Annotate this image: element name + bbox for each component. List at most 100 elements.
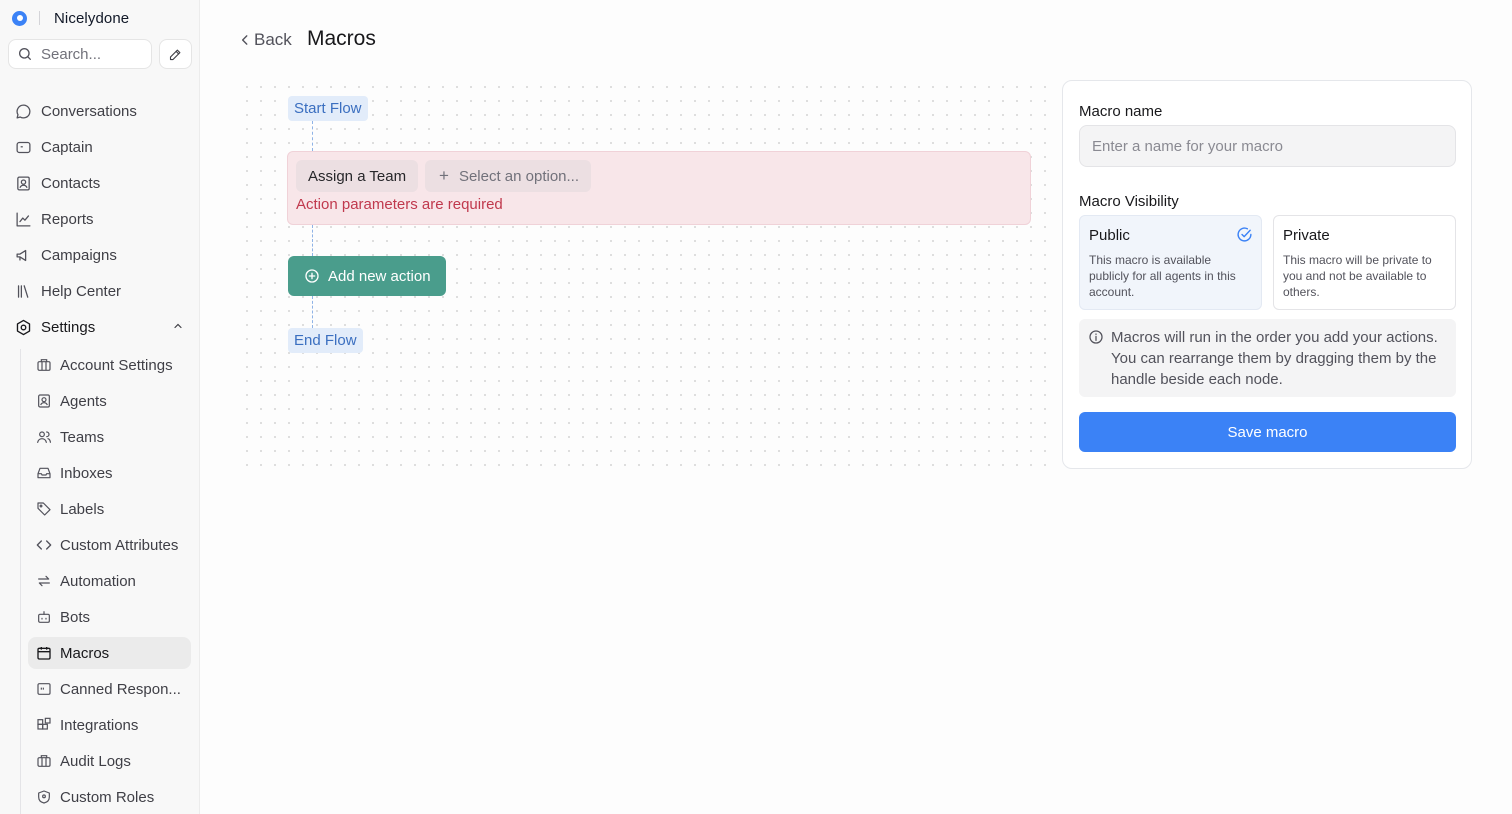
briefcase-icon <box>35 356 53 374</box>
sidebar-item-label: Agents <box>60 392 107 410</box>
brand-name: Nicelydone <box>54 9 130 27</box>
add-new-action-button[interactable]: Add new action <box>288 256 446 296</box>
compose-button[interactable] <box>159 39 192 69</box>
check-circle-icon <box>1237 227 1252 242</box>
sidebar-item-label: Teams <box>60 428 105 446</box>
sidebar-item-account-settings[interactable]: Account Settings <box>28 349 191 381</box>
nav-item-contacts[interactable]: Contacts <box>8 167 192 199</box>
sidebar-item-audit-logs[interactable]: Audit Logs <box>28 745 191 777</box>
sidebar-item-label: Custom Attributes <box>60 536 179 554</box>
sidebar-item-macros[interactable]: Macros <box>28 637 191 669</box>
end-flow-node: End Flow <box>288 328 363 353</box>
visibility-public-description: This macro is available publicly for all… <box>1089 253 1236 299</box>
brand[interactable]: Nicelydone <box>12 8 129 28</box>
info-box: Macros will run in the order you add you… <box>1079 319 1456 397</box>
select-placeholder: Select an option... <box>458 167 580 185</box>
sidebar-item-label: Canned Respon... <box>60 680 181 698</box>
gear-icon <box>14 318 32 336</box>
nav-item-label: Campaigns <box>41 246 117 264</box>
action-type-select[interactable]: Assign a Team <box>296 160 419 192</box>
start-flow-node: Start Flow <box>288 96 368 121</box>
back-label: Back <box>254 30 292 49</box>
code-icon <box>35 536 53 554</box>
sidebar-item-agents[interactable]: Agents <box>28 385 191 417</box>
visibility-public-title: Public <box>1089 227 1130 244</box>
visibility-private-title: Private <box>1283 227 1330 244</box>
sidebar-item-label: Integrations <box>60 716 139 734</box>
action-error-message: Action parameters are required <box>296 196 503 213</box>
nav-item-settings[interactable]: Settings <box>8 311 192 343</box>
sidebar-item-custom-attributes[interactable]: Custom Attributes <box>28 529 191 561</box>
search-input[interactable] <box>41 45 141 63</box>
sidebar-item-integrations[interactable]: Integrations <box>28 709 191 741</box>
sidebar-item-label: Custom Roles <box>60 788 155 806</box>
sidebar-item-labels[interactable]: Labels <box>28 493 191 525</box>
plus-circle-icon <box>304 268 320 284</box>
info-text: Macros will run in the order you add you… <box>1111 329 1438 388</box>
nav-item-captain[interactable]: Captain <box>8 131 192 163</box>
chevron-left-icon <box>241 35 248 45</box>
sidebar-item-label: Account Settings <box>60 356 173 374</box>
settings-tree-line <box>20 349 21 814</box>
search-icon <box>19 48 31 60</box>
sidebar: Nicelydone Conversations Captain Contact… <box>0 0 200 814</box>
chevron-up-icon[interactable] <box>172 320 184 332</box>
sidebar-item-label: Macros <box>60 644 110 662</box>
visibility-option-private[interactable]: Private This macro will be private to yo… <box>1273 215 1456 310</box>
nav-item-label: Contacts <box>41 174 101 192</box>
sidebar-item-label: Inboxes <box>60 464 113 482</box>
nav-item-label: Help Center <box>41 282 122 300</box>
canned-response-icon <box>35 680 53 698</box>
nav-item-help-center[interactable]: Help Center <box>8 275 192 307</box>
sidebar-item-automation[interactable]: Automation <box>28 565 191 597</box>
bot-icon <box>35 608 53 626</box>
flow-connector <box>312 225 313 256</box>
sidebar-item-label: Labels <box>60 500 105 518</box>
arrows-swap-icon <box>35 572 53 590</box>
search-box[interactable] <box>8 39 152 69</box>
flow-connector <box>312 296 313 328</box>
back-button[interactable]: Back <box>238 28 292 52</box>
page-title: Macros <box>307 27 376 50</box>
macro-settings-panel: Macro name Macro Visibility Public This … <box>1062 80 1472 469</box>
calendar-icon <box>35 644 53 662</box>
nav-item-campaigns[interactable]: Campaigns <box>8 239 192 271</box>
sidebar-item-label: Bots <box>60 608 91 626</box>
shield-icon <box>35 788 53 806</box>
tag-icon <box>35 500 53 518</box>
action-param-select[interactable]: + Select an option... <box>425 160 591 192</box>
flow-connector <box>312 121 313 151</box>
plus-icon: + <box>439 166 449 185</box>
pencil-icon <box>169 49 181 60</box>
sidebar-item-label: Audit Logs <box>60 752 131 770</box>
add-new-action-label: Add new action <box>328 267 431 285</box>
brand-logo-icon <box>12 10 27 26</box>
nav-item-label: Captain <box>41 138 93 156</box>
captain-icon <box>14 138 32 156</box>
action-node[interactable]: Assign a Team + Select an option... Acti… <box>287 151 1031 225</box>
sidebar-item-bots[interactable]: Bots <box>28 601 191 633</box>
chart-line-icon <box>14 210 32 228</box>
chat-bubble-icon <box>14 102 32 120</box>
macro-name-input[interactable] <box>1079 125 1456 167</box>
visibility-private-description: This macro will be private to you and no… <box>1283 253 1432 299</box>
macro-visibility-label: Macro Visibility <box>1079 193 1179 210</box>
megaphone-icon <box>14 246 32 264</box>
info-icon <box>1089 330 1103 344</box>
nav-item-reports[interactable]: Reports <box>8 203 192 235</box>
save-macro-button[interactable]: Save macro <box>1079 412 1456 452</box>
contact-card-icon <box>35 392 53 410</box>
nav-item-conversations[interactable]: Conversations <box>8 95 192 127</box>
sidebar-item-inboxes[interactable]: Inboxes <box>28 457 191 489</box>
nav-item-label: Conversations <box>41 102 137 120</box>
sidebar-item-custom-roles[interactable]: Custom Roles <box>28 781 191 813</box>
sidebar-item-teams[interactable]: Teams <box>28 421 191 453</box>
nav-item-label: Reports <box>41 210 94 228</box>
macro-name-label: Macro name <box>1079 103 1163 120</box>
briefcase-icon <box>35 752 53 770</box>
sidebar-item-canned-responses[interactable]: Canned Respon... <box>28 673 191 705</box>
visibility-option-public[interactable]: Public This macro is available publicly … <box>1079 215 1262 310</box>
divider <box>39 11 40 25</box>
nav-item-label: Settings <box>41 318 96 336</box>
blocks-icon <box>35 716 53 734</box>
